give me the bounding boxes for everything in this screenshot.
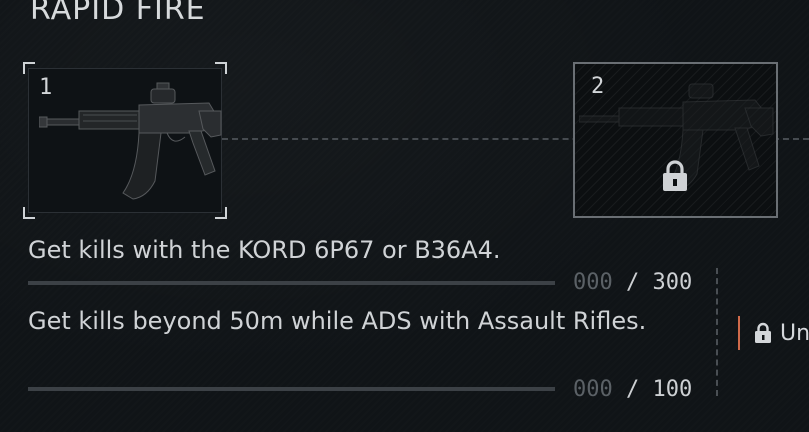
challenge-description: Get kills beyond 50m while ADS with Assa… bbox=[28, 307, 647, 335]
progress-total: 100 bbox=[652, 377, 693, 402]
corner-bracket bbox=[23, 62, 35, 74]
padlock-icon bbox=[755, 322, 771, 343]
tier-card-2[interactable]: 2 bbox=[573, 62, 778, 218]
progress-counter: 000 / 100 bbox=[573, 377, 692, 402]
unlock-label: Un bbox=[780, 320, 809, 346]
corner-bracket bbox=[23, 207, 35, 219]
section-title: RAPID FIRE bbox=[30, 0, 206, 27]
progress-counter: 000 / 300 bbox=[573, 270, 692, 295]
padlock-icon bbox=[661, 160, 689, 196]
corner-bracket bbox=[215, 62, 227, 74]
tier-number: 2 bbox=[591, 74, 605, 99]
tier-card-1[interactable]: 1 bbox=[23, 62, 227, 219]
tier-number: 1 bbox=[39, 75, 53, 100]
challenge-description: Get kills with the KORD 6P67 or B36A4. bbox=[28, 236, 501, 264]
progress-total: 300 bbox=[652, 270, 693, 295]
progress-separator: / bbox=[626, 270, 640, 295]
divider bbox=[716, 268, 718, 396]
progress-bar bbox=[28, 387, 555, 391]
assault-rifle-icon bbox=[38, 77, 223, 209]
progress-current: 000 bbox=[573, 270, 613, 295]
unlock-button[interactable]: Un bbox=[738, 316, 809, 350]
progress-current: 000 bbox=[573, 377, 613, 402]
progress-separator: / bbox=[626, 377, 640, 402]
progress-bar bbox=[28, 281, 555, 285]
